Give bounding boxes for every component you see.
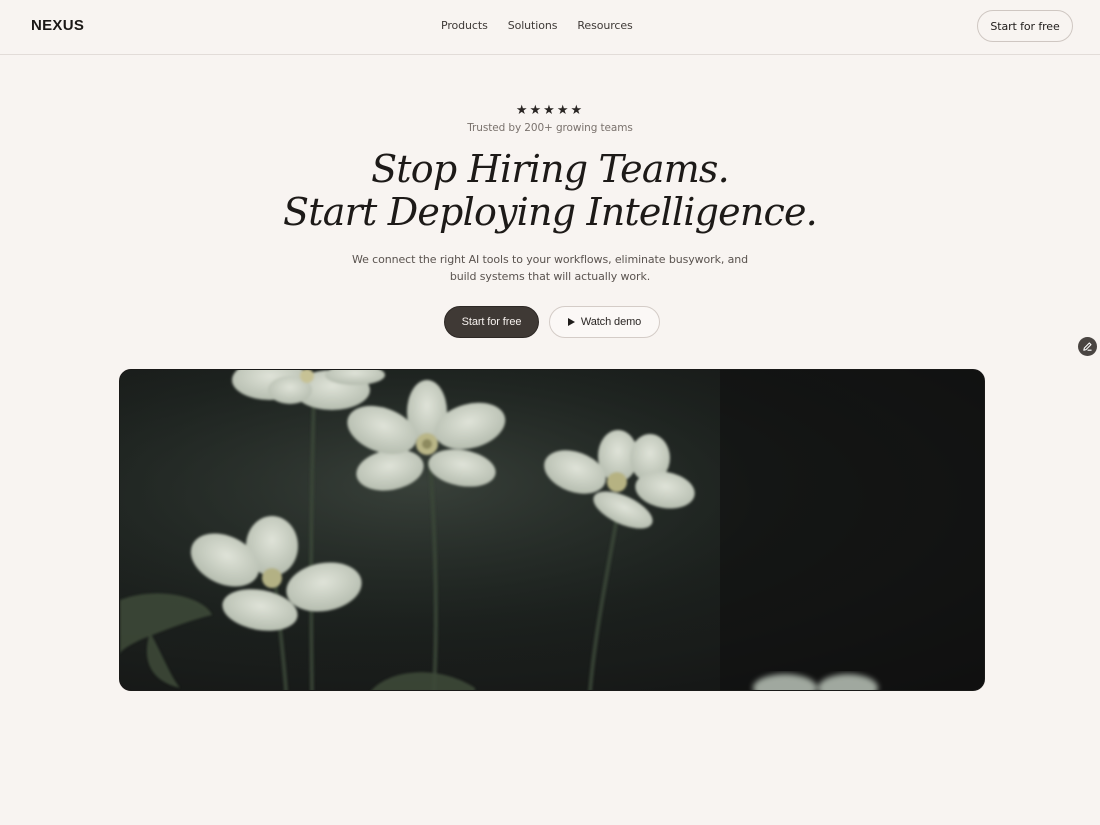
flowers-illustration [120, 370, 984, 690]
trusted-text: Trusted by 200+ growing teams [467, 122, 633, 134]
logo[interactable]: NEXUS [31, 17, 84, 34]
rating-stars: ★★★★★ [515, 103, 585, 118]
nav-resources[interactable]: Resources [577, 19, 632, 32]
headline-line-2: Start Deploying Intelligence. [283, 190, 818, 234]
start-free-button[interactable]: Start for free [444, 306, 539, 338]
watch-demo-label: Watch demo [580, 316, 642, 328]
header-start-free-button[interactable]: Start for free [977, 10, 1073, 42]
play-icon [567, 318, 575, 326]
hero-subtext: We connect the right AI tools to your wo… [351, 253, 749, 283]
edit-button[interactable] [1078, 337, 1097, 356]
site-header: NEXUS Products Solutions Resources Start… [0, 0, 1100, 55]
watch-demo-button[interactable]: Watch demo [549, 306, 660, 338]
hero-media-image[interactable] [119, 369, 985, 691]
hero-headline: Stop Hiring Teams. Start Deploying Intel… [0, 148, 1100, 234]
nav-solutions[interactable]: Solutions [508, 19, 558, 32]
headline-line-1: Stop Hiring Teams. [371, 147, 730, 191]
nav-products[interactable]: Products [441, 19, 488, 32]
main-nav: Products Solutions Resources [441, 19, 633, 32]
pencil-icon [1083, 342, 1092, 351]
